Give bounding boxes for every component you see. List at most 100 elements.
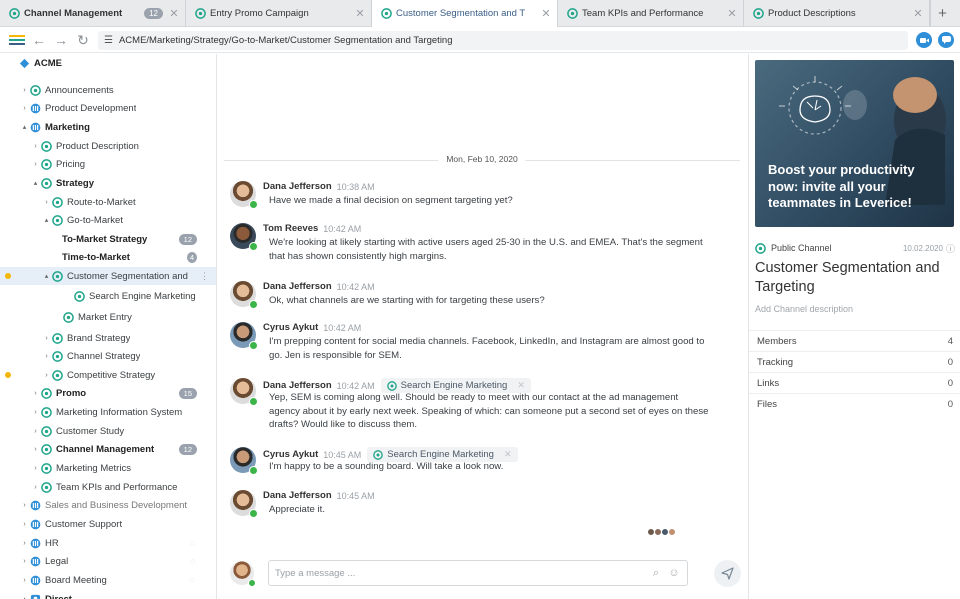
back-arrow-icon[interactable]: ← [28, 29, 50, 51]
sidebar-item[interactable]: ▴ Direct [0, 590, 216, 599]
expand-caret-icon[interactable]: › [20, 558, 29, 565]
menu-icon[interactable]: ☰ [104, 35, 113, 46]
close-icon[interactable]: ✕ [169, 7, 179, 20]
author-name[interactable]: Cyrus Aykut [263, 449, 318, 460]
paperclip-icon[interactable]: ⌕ [649, 567, 663, 580]
tab-team-kpis[interactable]: Team KPIs and Performance ✕ [558, 0, 744, 27]
sidebar-item[interactable]: › Announcements [0, 81, 216, 99]
close-icon[interactable]: ✕ [504, 449, 512, 460]
close-icon[interactable]: ✕ [517, 380, 525, 391]
expand-caret-icon[interactable]: › [20, 540, 29, 547]
sidebar-item[interactable]: Time-to-Market 4 [0, 248, 216, 266]
forward-arrow-icon[interactable]: → [50, 29, 72, 51]
expand-caret-icon[interactable]: › [20, 105, 29, 112]
sidebar-item[interactable]: ▴ Marketing [0, 118, 216, 136]
author-name[interactable]: Dana Jefferson [263, 181, 332, 192]
expand-caret-icon[interactable]: › [31, 428, 40, 435]
expand-caret-icon[interactable]: ▴ [42, 272, 51, 280]
expand-caret-icon[interactable]: › [42, 199, 51, 206]
expand-caret-icon[interactable]: › [42, 335, 51, 342]
address-bar[interactable]: ☰ ACME/Marketing/Strategy/Go-to-Market/C… [98, 30, 908, 50]
expand-caret-icon[interactable]: › [31, 390, 40, 397]
sidebar-item[interactable]: › Marketing Metrics [0, 459, 216, 477]
channel-description-input[interactable]: Add Channel description [755, 304, 853, 314]
expand-caret-icon[interactable]: › [20, 577, 29, 584]
sidebar-item[interactable]: › Customer Study [0, 422, 216, 440]
avatar[interactable] [230, 378, 258, 406]
sidebar-item[interactable]: Market Entry [0, 308, 216, 326]
avatar[interactable] [230, 181, 258, 209]
sidebar-item[interactable]: › Product Description [0, 137, 216, 155]
more-options-icon[interactable]: ⋮ [200, 271, 209, 282]
sidebar-item[interactable]: ▴ Go-to-Market [0, 211, 216, 229]
expand-caret-icon[interactable]: › [20, 521, 29, 528]
send-button[interactable] [714, 560, 741, 587]
emoji-icon[interactable]: ☺ [667, 567, 681, 579]
stat-row[interactable]: Links 0 [749, 372, 960, 393]
refresh-icon[interactable]: ↻ [72, 29, 94, 51]
sidebar-item[interactable]: › Customer Support [0, 515, 216, 533]
sidebar-item[interactable]: › Channel Management 12 [0, 440, 216, 458]
read-receipts[interactable] [647, 528, 676, 536]
close-icon[interactable]: ✕ [913, 7, 923, 20]
sidebar-item[interactable]: › Legal ◌ [0, 552, 216, 570]
sidebar-item[interactable]: To-Market Strategy 12 [0, 230, 216, 248]
workspace-root[interactable]: ACME [0, 54, 216, 72]
avatar[interactable] [230, 281, 258, 309]
sidebar-item[interactable]: › Marketing Information System [0, 403, 216, 421]
message-input[interactable]: Type a message ... ⌕ ☺ [268, 560, 688, 586]
sidebar-item[interactable]: › Pricing [0, 155, 216, 173]
sidebar-item[interactable]: › Product Development [0, 99, 216, 117]
sidebar-item[interactable]: › Promo 15 [0, 384, 216, 402]
stat-row[interactable]: Tracking 0 [749, 351, 960, 372]
expand-caret-icon[interactable]: › [31, 484, 40, 491]
sidebar-item[interactable]: › Sales and Business Development [0, 496, 216, 514]
video-call-icon[interactable] [916, 32, 932, 48]
expand-caret-icon[interactable]: › [31, 143, 40, 150]
close-icon[interactable]: ✕ [727, 7, 737, 20]
expand-caret-icon[interactable]: › [31, 446, 40, 453]
avatar[interactable] [230, 223, 258, 251]
info-icon[interactable]: ⓘ [946, 242, 955, 255]
sidebar-item[interactable]: ▴ Strategy [0, 174, 216, 192]
new-tab-button[interactable]: + [930, 0, 954, 27]
expand-caret-icon[interactable]: › [42, 372, 51, 379]
expand-caret-icon[interactable]: ▴ [31, 179, 40, 187]
sidebar-item[interactable]: › Team KPIs and Performance [0, 478, 216, 496]
sidebar-item[interactable]: › HR ◌ [0, 534, 216, 552]
tab-channel-management[interactable]: Channel Management 12 ✕ [0, 0, 186, 27]
author-name[interactable]: Cyrus Aykut [263, 322, 318, 333]
expand-caret-icon[interactable]: › [42, 353, 51, 360]
my-avatar[interactable] [230, 561, 256, 587]
stat-row[interactable]: Members 4 [749, 330, 960, 351]
chat-bubble-icon[interactable] [938, 32, 954, 48]
sidebar-item[interactable]: › Brand Strategy [0, 329, 216, 347]
close-icon[interactable]: ✕ [355, 7, 365, 20]
promo-banner[interactable]: Boost your productivity now: invite all … [755, 60, 954, 227]
app-logo-icon[interactable] [6, 29, 28, 51]
sidebar-item[interactable]: › Route-to-Market [0, 193, 216, 211]
expand-caret-icon[interactable]: › [20, 87, 29, 94]
author-name[interactable]: Dana Jefferson [263, 490, 332, 501]
author-name[interactable]: Tom Reeves [263, 223, 318, 234]
expand-caret-icon[interactable]: ▴ [20, 595, 29, 599]
avatar[interactable] [230, 447, 258, 475]
close-icon[interactable]: ✕ [541, 7, 551, 20]
stat-row[interactable]: Files 0 [749, 393, 960, 414]
expand-caret-icon[interactable]: ▴ [42, 216, 51, 224]
sidebar-item[interactable]: ▴ Customer Segmentation and ⋮ [0, 267, 216, 285]
expand-caret-icon[interactable]: › [31, 409, 40, 416]
tab-customer-segmentation[interactable]: Customer Segmentation and T ✕ [372, 0, 558, 27]
tab-entry-promo-campaign[interactable]: Entry Promo Campaign ✕ [186, 0, 372, 27]
sidebar-item[interactable]: › Competitive Strategy [0, 366, 216, 384]
sidebar-item[interactable]: › Channel Strategy [0, 347, 216, 365]
tab-product-descriptions[interactable]: Product Descriptions ✕ [744, 0, 930, 27]
sidebar-item[interactable]: Search Engine Marketing [0, 287, 216, 305]
expand-caret-icon[interactable]: › [31, 465, 40, 472]
expand-caret-icon[interactable]: ▴ [20, 123, 29, 131]
author-name[interactable]: Dana Jefferson [263, 281, 332, 292]
sidebar-item[interactable]: › Board Meeting ◌ [0, 571, 216, 589]
avatar[interactable] [230, 490, 258, 518]
expand-caret-icon[interactable]: › [31, 161, 40, 168]
author-name[interactable]: Dana Jefferson [263, 380, 332, 391]
